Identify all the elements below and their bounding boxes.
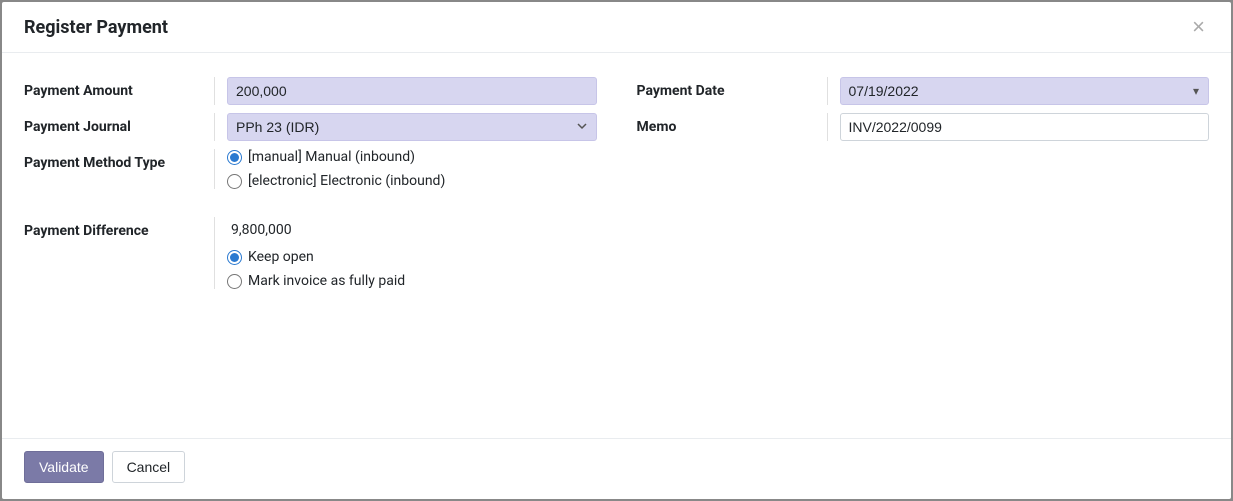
- row-payment-method-type: Payment Method Type [manual] Manual (inb…: [24, 149, 597, 189]
- memo-input[interactable]: [840, 113, 1210, 141]
- form-col-right: Payment Date ▾ Memo: [637, 77, 1210, 297]
- row-payment-journal: Payment Journal: [24, 113, 597, 141]
- label-payment-method-type: Payment Method Type: [24, 149, 214, 171]
- register-payment-modal: Register Payment × Payment Amount Paymen…: [2, 2, 1231, 499]
- label-memo: Memo: [637, 113, 827, 135]
- radio-fully-paid-label: Mark invoice as fully paid: [248, 273, 405, 289]
- field-payment-difference: 9,800,000 Keep open Mark invoice as full…: [214, 217, 597, 289]
- form-grid: Payment Amount Payment Journal: [24, 77, 1209, 297]
- field-payment-method-type: [manual] Manual (inbound) [electronic] E…: [214, 149, 597, 189]
- radio-electronic-label: [electronic] Electronic (inbound): [248, 173, 445, 189]
- form-col-left: Payment Amount Payment Journal: [24, 77, 597, 297]
- label-payment-journal: Payment Journal: [24, 113, 214, 135]
- payment-date-input[interactable]: [840, 77, 1210, 105]
- field-payment-date: ▾: [827, 77, 1210, 105]
- radio-electronic-input[interactable]: [227, 174, 242, 189]
- radio-keep-open-input[interactable]: [227, 250, 242, 265]
- label-payment-difference: Payment Difference: [24, 217, 214, 239]
- close-button[interactable]: ×: [1188, 16, 1209, 38]
- modal-title: Register Payment: [24, 17, 168, 38]
- payment-journal-select[interactable]: [227, 113, 597, 141]
- field-payment-journal: [214, 113, 597, 141]
- cancel-button[interactable]: Cancel: [112, 451, 186, 483]
- payment-journal-select-wrap: [227, 113, 597, 141]
- modal-header: Register Payment ×: [2, 2, 1231, 53]
- row-memo: Memo: [637, 113, 1210, 141]
- modal-footer: Validate Cancel: [2, 438, 1231, 499]
- radio-manual-label: [manual] Manual (inbound): [248, 149, 415, 165]
- field-memo: [827, 113, 1210, 141]
- payment-difference-radio-group: Keep open Mark invoice as fully paid: [227, 249, 597, 289]
- payment-method-radio-group: [manual] Manual (inbound) [electronic] E…: [227, 149, 597, 189]
- radio-electronic[interactable]: [electronic] Electronic (inbound): [227, 173, 597, 189]
- payment-date-wrap: ▾: [840, 77, 1210, 105]
- radio-manual[interactable]: [manual] Manual (inbound): [227, 149, 597, 165]
- close-icon: ×: [1192, 14, 1205, 39]
- row-payment-difference: Payment Difference 9,800,000 Keep open M…: [24, 217, 597, 289]
- radio-keep-open-label: Keep open: [248, 249, 314, 265]
- row-payment-amount: Payment Amount: [24, 77, 597, 105]
- payment-difference-value: 9,800,000: [227, 217, 597, 243]
- label-payment-date: Payment Date: [637, 77, 827, 99]
- modal-body: Payment Amount Payment Journal: [2, 53, 1231, 438]
- field-payment-amount: [214, 77, 597, 105]
- row-payment-date: Payment Date ▾: [637, 77, 1210, 105]
- radio-fully-paid-input[interactable]: [227, 274, 242, 289]
- radio-fully-paid[interactable]: Mark invoice as fully paid: [227, 273, 597, 289]
- label-payment-amount: Payment Amount: [24, 77, 214, 99]
- radio-manual-input[interactable]: [227, 150, 242, 165]
- payment-amount-input[interactable]: [227, 77, 597, 105]
- validate-button[interactable]: Validate: [24, 451, 104, 483]
- radio-keep-open[interactable]: Keep open: [227, 249, 597, 265]
